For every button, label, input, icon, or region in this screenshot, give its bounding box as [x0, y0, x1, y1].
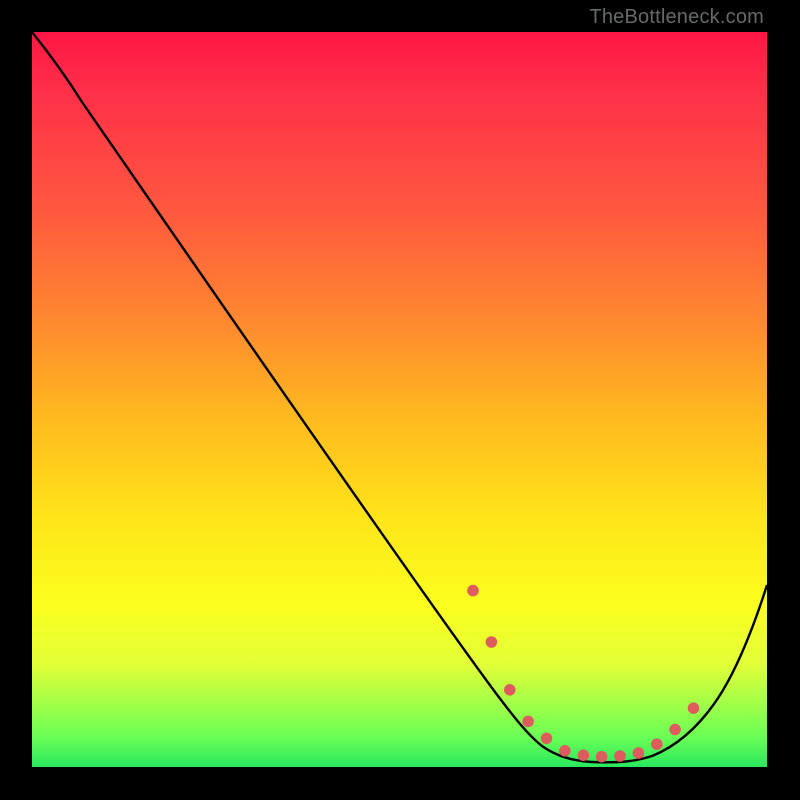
marker-dot	[467, 585, 479, 597]
marker-dot	[522, 716, 534, 728]
marker-dot	[596, 751, 608, 763]
marker-dot	[578, 749, 590, 761]
marker-dot	[633, 747, 645, 759]
marker-dot	[541, 733, 553, 745]
marker-dot	[669, 724, 681, 736]
marker-dot	[614, 750, 626, 762]
marker-dot	[688, 702, 700, 714]
chart-stage: TheBottleneck.com	[0, 0, 800, 800]
marker-dot	[559, 745, 571, 757]
watermark-text: TheBottleneck.com	[589, 6, 764, 29]
marker-dot	[504, 684, 516, 696]
marker-dots	[467, 585, 699, 763]
marker-dot	[486, 636, 498, 648]
marker-dot	[651, 738, 663, 750]
chart-svg	[32, 32, 767, 767]
chart-curve	[32, 32, 767, 762]
